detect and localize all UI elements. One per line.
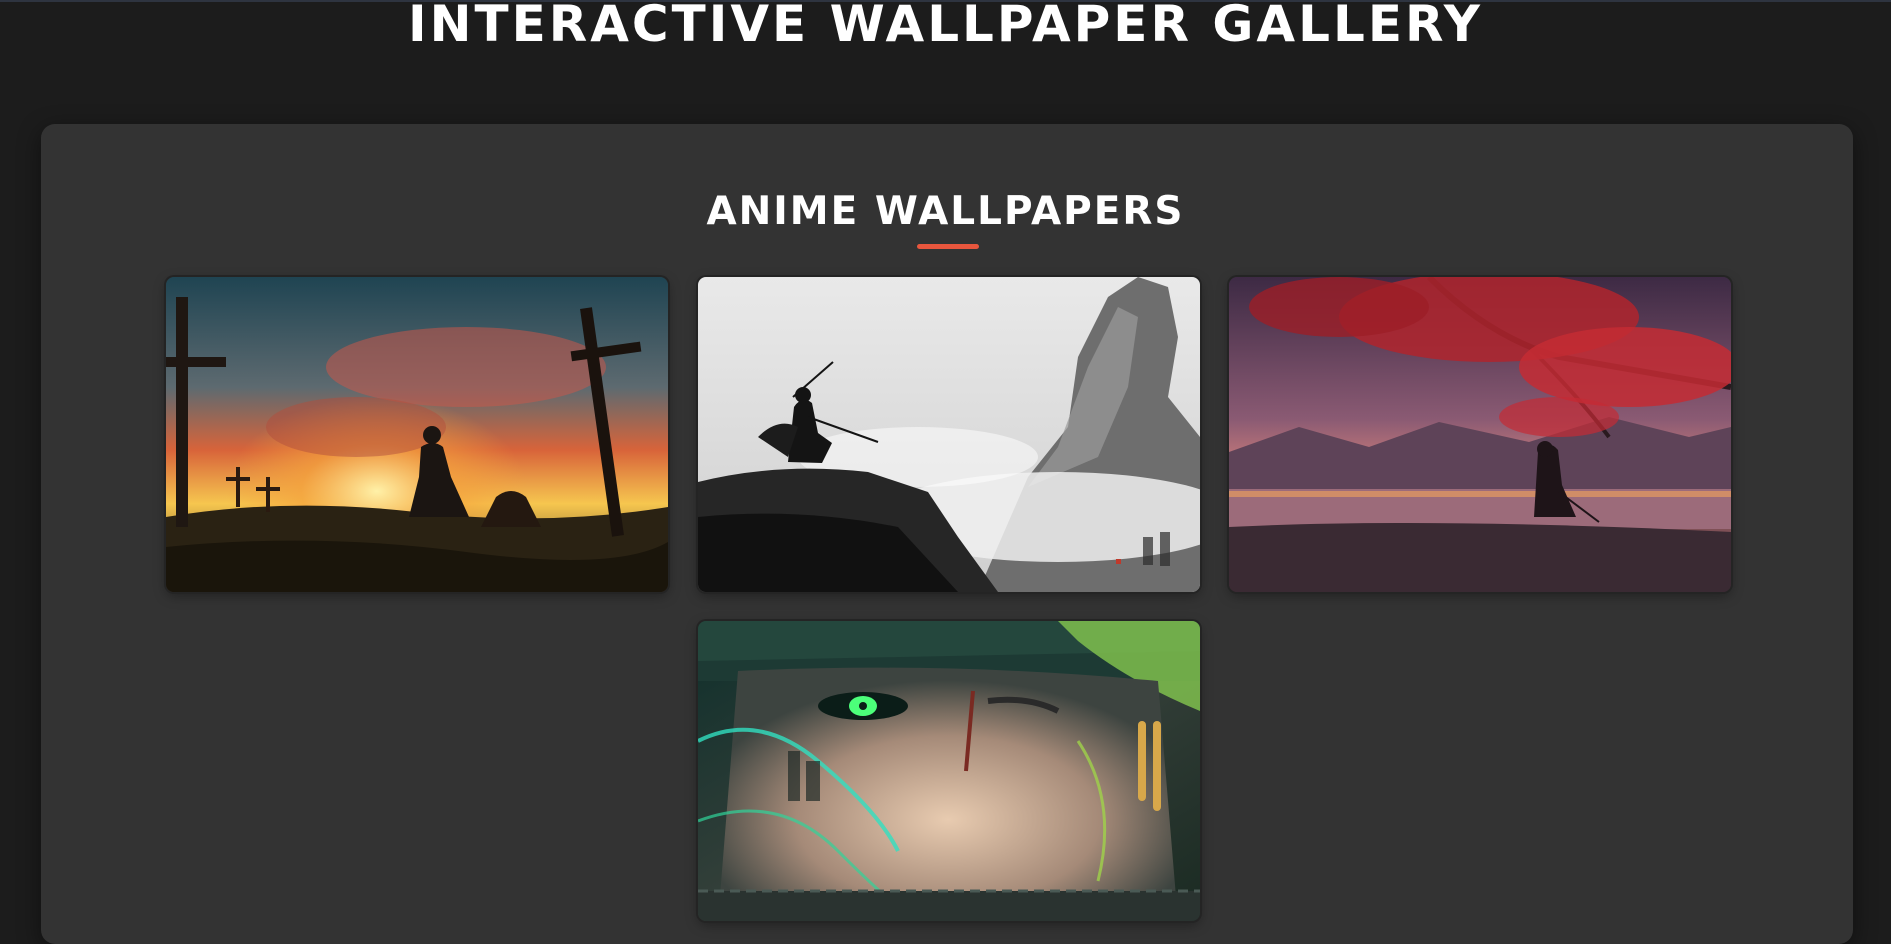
section-title-underline [917, 244, 979, 249]
wallpaper-thumbnail-ink-samurai[interactable] [698, 277, 1200, 592]
section-title: ANIME WALLPAPERS [706, 189, 1185, 234]
wallpaper-image [166, 277, 668, 592]
wallpaper-image [698, 277, 1200, 592]
wallpaper-image [698, 621, 1200, 921]
page-title: INTERACTIVE WALLPAPER GALLERY [408, 0, 1483, 53]
wallpaper-thumbnail-green-swordsman[interactable] [698, 621, 1200, 921]
wallpaper-thumbnail-knight-battlefield[interactable] [166, 277, 668, 592]
wallpaper-image [1229, 277, 1731, 592]
wallpaper-thumbnail-red-blossom-warrior[interactable] [1229, 277, 1731, 592]
